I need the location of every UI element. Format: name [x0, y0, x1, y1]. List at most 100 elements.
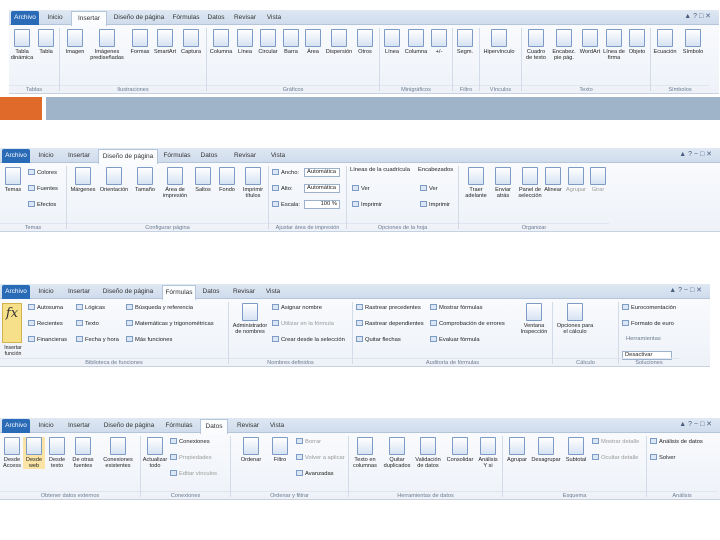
cmd-quitar-duplicados[interactable]: Quitar duplicados [382, 437, 412, 469]
autosuma-button[interactable]: Autosuma [28, 304, 63, 312]
cmd-area-impresion[interactable]: Área de impresión [160, 167, 190, 199]
cmd-ventana-inspeccion[interactable]: Ventana Inspección [518, 303, 550, 335]
cmd-formas[interactable]: Formas [129, 29, 151, 55]
cmd-administrador-nombres[interactable]: Administrador de nombres [230, 303, 270, 335]
cmd-tamano[interactable]: Tamaño [132, 167, 158, 193]
tab-insertar[interactable]: Insertar [62, 149, 96, 163]
tab-datos[interactable]: Datos [200, 285, 222, 299]
window-controls[interactable]: ▲ ? − □ ✕ [679, 150, 712, 158]
editar-vinculos-button[interactable]: Editar vínculos [170, 470, 217, 478]
cmd-imagenes-predisenadas[interactable]: Imágenes prediseñadas [89, 29, 125, 61]
cmd-linea-firma[interactable]: Línea de firma [603, 29, 625, 61]
cmd-imagen[interactable]: Imagen [63, 29, 87, 55]
cmd-tabla-dinamica[interactable]: Tabla dinámica [10, 29, 34, 61]
insert-function-icon[interactable]: fx [2, 303, 22, 343]
cmd-columna[interactable]: Columna [209, 29, 233, 55]
cmd-smartart[interactable]: SmartArt [153, 29, 177, 55]
tab-archivo[interactable]: Archivo [11, 11, 39, 25]
cmd-girar[interactable]: Girar [588, 167, 608, 193]
cmd-temas[interactable]: Temas [2, 167, 24, 193]
tab-formulas[interactable]: Fórmulas [162, 285, 196, 300]
cmd-otras-fuentes[interactable]: De otras fuentes [70, 437, 96, 469]
matematicas-button[interactable]: Matemáticas y trigonométricas [126, 320, 214, 328]
cmd-saltos[interactable]: Saltos [192, 167, 214, 193]
tab-inicio[interactable]: Inicio [34, 285, 58, 299]
cmd-dispersion[interactable]: Dispersión [325, 29, 353, 55]
conexiones-button[interactable]: Conexiones [170, 438, 210, 446]
tab-inicio[interactable]: Inicio [43, 11, 67, 25]
cmd-alinear[interactable]: Alinear [542, 167, 564, 193]
window-controls[interactable]: ▲ ? □ ✕ [684, 12, 711, 20]
cmd-margenes[interactable]: Márgenes [70, 167, 96, 193]
tab-revisar[interactable]: Revisar [230, 149, 260, 163]
rastrear-dependientes-button[interactable]: Rastrear dependientes [356, 320, 424, 328]
fecha-hora-button[interactable]: Fecha y hora [76, 336, 119, 344]
tab-vista[interactable]: Vista [263, 11, 285, 25]
tab-diseno[interactable]: Diseño de página [111, 11, 167, 25]
efectos-dropdown[interactable]: Efectos [28, 201, 56, 209]
cmd-barra[interactable]: Barra [281, 29, 301, 55]
cuadricula-imprimir-checkbox[interactable]: Imprimir [352, 201, 382, 209]
cmd-actualizar-todo[interactable]: Actualizar todo [142, 437, 168, 469]
cuadricula-ver-checkbox[interactable]: Ver [352, 185, 370, 193]
cmd-subtotal[interactable]: Subtotal [562, 437, 590, 463]
cmd-linea[interactable]: Línea [235, 29, 255, 55]
ocultar-detalle-button[interactable]: Ocultar detalle [592, 454, 638, 462]
cmd-consolidar[interactable]: Consolidar [446, 437, 474, 463]
cmd-circular[interactable]: Circular [257, 29, 279, 55]
tab-revisar[interactable]: Revisar [234, 419, 262, 433]
cmd-filtro[interactable]: Filtro [268, 437, 292, 463]
cmd-panel-seleccion[interactable]: Panel de selección [516, 167, 544, 199]
financieras-button[interactable]: Financieras [28, 336, 67, 344]
fuentes-dropdown[interactable]: Fuentes [28, 185, 58, 193]
tab-datos[interactable]: Datos [198, 149, 220, 163]
tab-archivo[interactable]: Archivo [2, 285, 30, 299]
cmd-tabla[interactable]: Tabla [36, 29, 56, 55]
tab-vista[interactable]: Vista [266, 419, 288, 433]
propiedades-button[interactable]: Propiedades [170, 454, 212, 462]
cmd-encabezado-pie[interactable]: Encabez. pie pág. [551, 29, 577, 61]
cmd-conexiones-existentes[interactable]: Conexiones existentes [100, 437, 136, 469]
tab-diseno[interactable]: Diseño de página [98, 149, 158, 164]
cmd-captura[interactable]: Captura [179, 29, 203, 55]
borrar-button[interactable]: Borrar [296, 438, 321, 446]
cmd-otros[interactable]: Otros [355, 29, 375, 55]
mas-funciones-button[interactable]: Más funciones [126, 336, 172, 344]
formato-euro-button[interactable]: Formato de euro [622, 320, 674, 328]
tab-formulas[interactable]: Fórmulas [164, 419, 194, 433]
cmd-cuadro-texto[interactable]: Cuadro de texto [523, 29, 549, 61]
recientes-button[interactable]: Recientes [28, 320, 63, 328]
asignar-nombre-button[interactable]: Asignar nombre [272, 304, 322, 312]
cmd-sparkline-winloss[interactable]: +/- [430, 29, 448, 55]
tab-inicio[interactable]: Inicio [34, 149, 58, 163]
alto-select[interactable]: Automática [304, 184, 340, 193]
cmd-ecuacion[interactable]: Ecuación [652, 29, 678, 55]
tab-insertar[interactable]: Insertar [62, 419, 96, 433]
tab-revisar[interactable]: Revisar [231, 11, 259, 25]
tab-inicio[interactable]: Inicio [34, 419, 58, 433]
cmd-orientacion[interactable]: Orientación [98, 167, 130, 193]
tab-diseno[interactable]: Diseño de página [100, 419, 158, 433]
texto-button[interactable]: Texto [76, 320, 99, 328]
encabezados-ver-checkbox[interactable]: Ver [420, 185, 438, 193]
cmd-objeto[interactable]: Objeto [627, 29, 647, 55]
mostrar-formulas-button[interactable]: Mostrar fórmulas [430, 304, 483, 312]
cmd-hipervinculo[interactable]: Hipervínculo [481, 29, 517, 55]
cmd-segmentacion[interactable]: Segm. [455, 29, 475, 55]
eurocomentacion-button[interactable]: Eurocomentación [622, 304, 676, 312]
tab-insertar[interactable]: Insertar [62, 285, 96, 299]
tab-formulas[interactable]: Fórmulas [162, 149, 192, 163]
tab-insertar[interactable]: Insertar [71, 11, 107, 26]
window-controls[interactable]: ▲ ? − □ ✕ [669, 286, 702, 294]
window-controls[interactable]: ▲ ? − □ ✕ [679, 420, 712, 428]
cmd-analisis-ysi[interactable]: Análisis Y si [476, 437, 500, 469]
cmd-desagrupar[interactable]: Desagrupar [530, 437, 562, 463]
tab-vista[interactable]: Vista [266, 149, 290, 163]
mostrar-detalle-button[interactable]: Mostrar detalle [592, 438, 639, 446]
cmd-validacion-datos[interactable]: Validación de datos [412, 437, 444, 469]
busqueda-referencia-button[interactable]: Búsqueda y referencia [126, 304, 193, 312]
logicas-button[interactable]: Lógicas [76, 304, 105, 312]
colores-dropdown[interactable]: Colores [28, 169, 57, 177]
ancho-select[interactable]: Automática [304, 168, 340, 177]
tab-formulas[interactable]: Fórmulas [171, 11, 201, 25]
